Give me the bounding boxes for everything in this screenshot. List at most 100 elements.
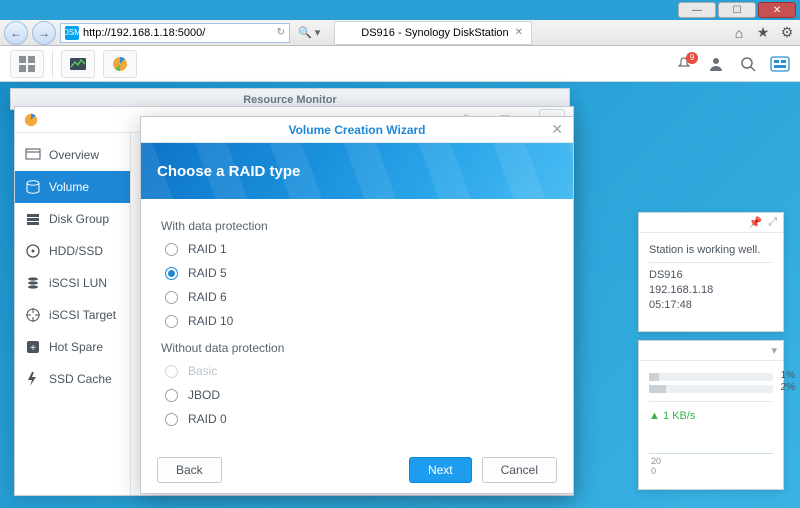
- sidebar-item-volume[interactable]: Volume: [15, 171, 130, 203]
- radio-label: RAID 5: [188, 266, 227, 280]
- tab-close-icon[interactable]: ✕: [515, 27, 523, 38]
- system-health-widget: 📌 ⤢ Station is working well. DS916 192.1…: [638, 212, 784, 332]
- cpu-bar: 1%: [649, 373, 773, 381]
- raid-option-basic: Basic: [161, 359, 553, 383]
- radio-icon: [165, 365, 178, 378]
- radio-label: RAID 10: [188, 314, 233, 328]
- tools-icon[interactable]: ⚙: [778, 24, 796, 42]
- ram-bar: 2%: [649, 385, 773, 393]
- browser-right-controls: ⌂ ★ ⚙: [730, 24, 796, 42]
- radio-label: Basic: [188, 364, 217, 378]
- notification-badge: 9: [686, 52, 698, 64]
- cancel-button[interactable]: Cancel: [482, 457, 557, 483]
- sidebar-item-cache[interactable]: SSD Cache: [15, 363, 130, 395]
- radio-icon: [165, 315, 178, 328]
- dsm-storage-manager-button[interactable]: [103, 50, 137, 78]
- sidebar-item-lun[interactable]: iSCSI LUN: [15, 267, 130, 299]
- group-protected-label: With data protection: [161, 219, 553, 233]
- sidebar-item-spare[interactable]: +Hot Spare: [15, 331, 130, 363]
- wizard-banner: Choose a RAID type: [141, 143, 573, 199]
- home-icon[interactable]: ⌂: [730, 24, 748, 42]
- radio-icon: [165, 291, 178, 304]
- wizard-body: With data protection RAID 1 RAID 5 RAID 6 R…: [141, 199, 573, 435]
- volume-creation-wizard: Volume Creation Wizard ✕ Choose a RAID t…: [140, 116, 574, 494]
- tab-title: DS916 - Synology DiskStation: [361, 27, 508, 39]
- raid-option-raid-1[interactable]: RAID 1: [161, 237, 553, 261]
- sidebar-item-label: HDD/SSD: [49, 244, 103, 258]
- storage-manager-icon: [23, 112, 39, 128]
- sidebar-item-label: iSCSI LUN: [49, 276, 107, 290]
- widgets-icon[interactable]: [770, 54, 790, 74]
- notification-icon[interactable]: 9: [674, 54, 694, 74]
- health-model: DS916: [649, 269, 773, 281]
- raid-option-raid-6[interactable]: RAID 6: [161, 285, 553, 309]
- refresh-icon[interactable]: ↻: [277, 27, 285, 38]
- widget-header: 📌 ⤢: [639, 213, 783, 233]
- resource-widget-header: ▾: [639, 341, 783, 361]
- sidebar-item-target[interactable]: iSCSI Target: [15, 299, 130, 331]
- overview-icon: [25, 147, 41, 163]
- svg-text:+: +: [30, 343, 36, 354]
- dsm-desktop: Resource Monitor ? — ☐ ✕ ≡↓ OverviewVolu…: [0, 82, 800, 508]
- wizard-title: Volume Creation Wizard: [288, 123, 425, 137]
- raid-option-raid-10[interactable]: RAID 10: [161, 309, 553, 333]
- radio-icon: [165, 243, 178, 256]
- widget-pin-icon[interactable]: 📌: [748, 216, 762, 229]
- browser-back-button[interactable]: ←: [4, 21, 28, 45]
- toolbar-separator: [52, 51, 53, 77]
- browser-toolbar: ← → DSM http://192.168.1.18:5000/ ↻ 🔍 ▾ …: [0, 20, 800, 46]
- wizard-footer: Back Next Cancel: [141, 457, 573, 483]
- cache-icon: [25, 371, 41, 387]
- sidebar-item-hdd[interactable]: HDD/SSD: [15, 235, 130, 267]
- wizard-header: Volume Creation Wizard ✕: [141, 117, 573, 143]
- network-up: ▲ 1 KB/s: [649, 410, 773, 422]
- radio-label: RAID 6: [188, 290, 227, 304]
- user-icon[interactable]: [706, 54, 726, 74]
- radio-label: JBOD: [188, 388, 220, 402]
- search-glyph[interactable]: 🔍 ▾: [294, 26, 324, 39]
- radio-icon: [165, 389, 178, 402]
- wizard-close-icon[interactable]: ✕: [551, 121, 563, 138]
- window-minimize-button[interactable]: —: [678, 2, 716, 18]
- health-uptime: 05:17:48: [649, 299, 773, 311]
- favorites-icon[interactable]: ★: [754, 24, 772, 42]
- storage-sidebar: Overview Volume Disk Group HDD/SSD iSCSI LUN…: [15, 133, 131, 495]
- chart-axis: 20: [649, 456, 773, 466]
- health-status: Station is working well.: [649, 244, 773, 256]
- radio-icon: [165, 413, 178, 426]
- address-bar[interactable]: DSM http://192.168.1.18:5000/ ↻: [60, 23, 290, 43]
- next-button[interactable]: Next: [409, 457, 472, 483]
- sidebar-item-label: iSCSI Target: [49, 308, 116, 322]
- widget-expand-icon[interactable]: ⤢: [768, 216, 777, 229]
- group-unprotected-label: Without data protection: [161, 341, 553, 355]
- resource-widget: ▾ 1% 2% ▲ 1 KB/s 20 0: [638, 340, 784, 490]
- dsm-main-menu-button[interactable]: [10, 50, 44, 78]
- window-maximize-button[interactable]: ☐: [718, 2, 756, 18]
- site-favicon: DSM: [65, 26, 79, 40]
- raid-option-raid-5[interactable]: RAID 5: [161, 261, 553, 285]
- widget-menu-icon[interactable]: ▾: [771, 344, 777, 357]
- sidebar-item-label: Volume: [49, 180, 89, 194]
- dsm-resource-monitor-button[interactable]: [61, 50, 95, 78]
- cpu-pct: 1%: [781, 370, 795, 381]
- radio-label: RAID 0: [188, 412, 227, 426]
- sidebar-item-overview[interactable]: Overview: [15, 139, 130, 171]
- window-close-button[interactable]: ✕: [758, 2, 796, 18]
- radio-label: RAID 1: [188, 242, 227, 256]
- raid-option-raid-0[interactable]: RAID 0: [161, 407, 553, 431]
- health-ip: 192.168.1.18: [649, 284, 773, 296]
- radio-icon: [165, 267, 178, 280]
- search-icon[interactable]: [738, 54, 758, 74]
- raid-option-jbod[interactable]: JBOD: [161, 383, 553, 407]
- browser-tab[interactable]: DS916 - Synology DiskStation ✕: [334, 21, 532, 45]
- ram-pct: 2%: [781, 382, 795, 393]
- dsm-toolbar: 9: [0, 46, 800, 82]
- back-button[interactable]: Back: [157, 457, 222, 483]
- sidebar-item-label: Overview: [49, 148, 99, 162]
- diskgroup-icon: [25, 211, 41, 227]
- target-icon: [25, 307, 41, 323]
- spare-icon: +: [25, 339, 41, 355]
- sidebar-item-diskgroup[interactable]: Disk Group: [15, 203, 130, 235]
- browser-forward-button[interactable]: →: [32, 21, 56, 45]
- lun-icon: [25, 275, 41, 291]
